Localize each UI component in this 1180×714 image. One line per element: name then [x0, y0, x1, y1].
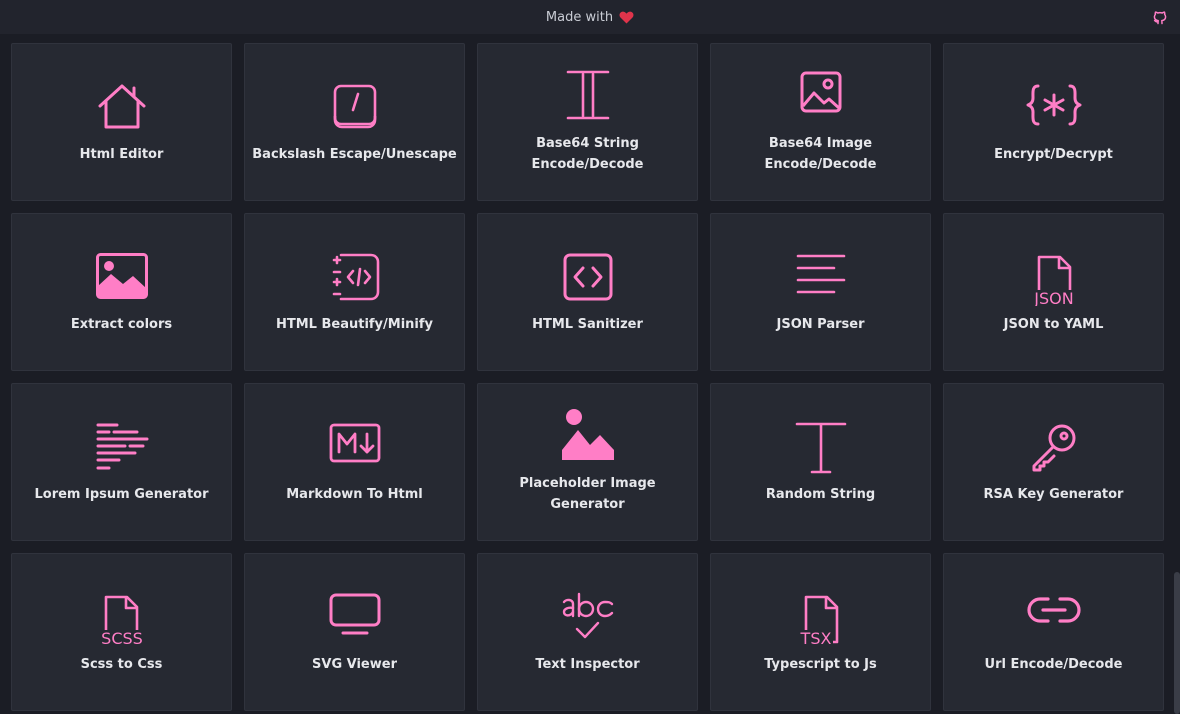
tool-card-base64-string[interactable]: Base64 String Encode/Decode [477, 43, 698, 201]
picture-icon [95, 252, 149, 300]
tool-card-extract-colors[interactable]: Extract colors [11, 213, 232, 371]
svg-text:JSON: JSON [1033, 289, 1073, 306]
tool-label: Placeholder Image Generator [519, 476, 656, 512]
tool-label: JSON to YAML [1003, 317, 1104, 332]
header-bar: Made with [0, 0, 1180, 34]
backslash-key-icon [332, 82, 378, 130]
tool-label: HTML Sanitizer [532, 317, 643, 332]
tool-card-json-parser[interactable]: JSON Parser [710, 213, 931, 371]
tool-card-scss[interactable]: SCSS Scss to Css [11, 553, 232, 711]
tool-card-typescript[interactable]: TSX Typescript to Js [710, 553, 931, 711]
tool-label: Markdown To Html [286, 487, 423, 502]
image-icon [799, 68, 843, 114]
svg-text:TSX: TSX [799, 629, 831, 646]
code-box-icon [562, 252, 614, 302]
tsx-file-icon: TSX [796, 592, 846, 646]
tool-label: Scss to Css [80, 657, 163, 672]
tool-card-text-inspector[interactable]: Text Inspector [477, 553, 698, 711]
text-lines-icon [95, 422, 149, 472]
tool-card-placeholder-image[interactable]: Placeholder Image Generator [477, 383, 698, 541]
key-icon [1029, 422, 1079, 472]
heart-icon [619, 11, 634, 24]
tool-card-random-string[interactable]: Random String [710, 383, 931, 541]
json-file-icon: JSON [1029, 252, 1079, 306]
home-icon [96, 82, 148, 130]
tool-label: SVG Viewer [312, 657, 397, 672]
tool-card-rsa-key[interactable]: RSA Key Generator [943, 383, 1164, 541]
tool-card-svg-viewer[interactable]: SVG Viewer [244, 553, 465, 711]
align-lines-icon [794, 252, 848, 300]
scrollbar[interactable] [1174, 572, 1180, 714]
markdown-icon [328, 422, 382, 464]
tool-label: Text Inspector [535, 657, 640, 672]
made-with-text: Made with [545, 9, 614, 25]
github-icon[interactable] [1152, 9, 1168, 25]
tool-card-markdown[interactable]: Markdown To Html [244, 383, 465, 541]
abc-check-icon [560, 592, 616, 644]
tool-label: Random String [765, 487, 876, 502]
tool-label: Base64 Image Encode/Decode [764, 136, 877, 172]
tools-grid: Html Editor Backslash Escape/Unescape Ba… [11, 43, 1164, 711]
tool-card-backslash[interactable]: Backslash Escape/Unescape [244, 43, 465, 201]
monitor-icon [327, 592, 383, 636]
tool-label: Encrypt/Decrypt [994, 147, 1113, 162]
tool-label: Backslash Escape/Unescape [252, 147, 457, 162]
tool-label: Base64 String Encode/Decode [531, 136, 644, 172]
tool-card-url-encode[interactable]: Url Encode/Decode [943, 553, 1164, 711]
svg-text:SCSS: SCSS [101, 629, 143, 646]
landscape-icon [560, 408, 616, 462]
tool-label: Url Encode/Decode [984, 657, 1123, 672]
code-format-icon [329, 252, 381, 302]
tool-label: RSA Key Generator [983, 487, 1124, 502]
tool-card-html-beautify[interactable]: HTML Beautify/Minify [244, 213, 465, 371]
tool-label: Extract colors [70, 317, 173, 332]
scss-file-icon: SCSS [97, 592, 147, 646]
tool-label: Lorem Ipsum Generator [34, 487, 209, 502]
tool-label: HTML Beautify/Minify [275, 317, 434, 332]
tool-label: Typescript to Js [764, 657, 877, 672]
letter-t-icon [794, 422, 848, 476]
braces-asterisk-icon [1026, 82, 1082, 128]
tool-label: JSON Parser [776, 317, 865, 332]
tool-card-html-sanitizer[interactable]: HTML Sanitizer [477, 213, 698, 371]
link-icon [1026, 592, 1082, 628]
text-cursor-icon [564, 68, 612, 122]
tool-card-json-to-yaml[interactable]: JSON JSON to YAML [943, 213, 1164, 371]
tool-card-base64-image[interactable]: Base64 Image Encode/Decode [710, 43, 931, 201]
tool-card-html-editor[interactable]: Html Editor [11, 43, 232, 201]
tool-card-encrypt[interactable]: Encrypt/Decrypt [943, 43, 1164, 201]
tool-label: Html Editor [79, 147, 164, 162]
tool-card-lorem-ipsum[interactable]: Lorem Ipsum Generator [11, 383, 232, 541]
